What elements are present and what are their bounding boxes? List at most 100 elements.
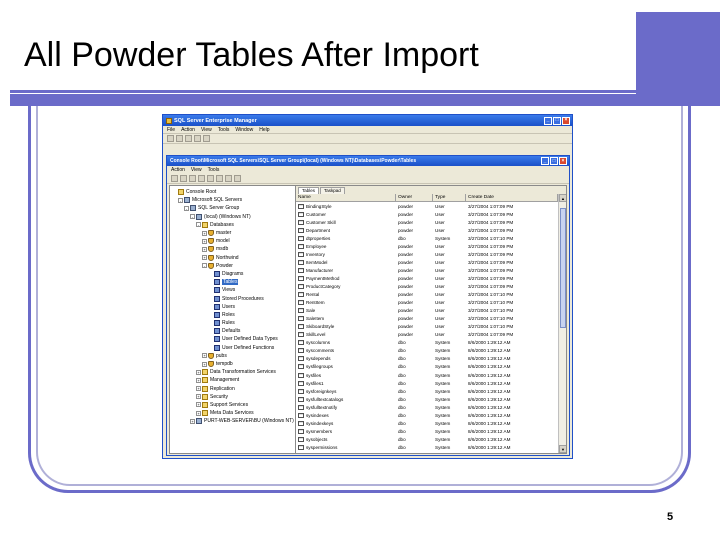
run-icon[interactable] [234,175,241,182]
refresh-icon[interactable] [194,135,201,142]
child-window-titlebar[interactable]: Console Root\Microsoft SQL Servers\SQL S… [167,156,569,166]
table-row[interactable]: SkiboardStyle powder User 3/27/2004 1:07:10… [296,323,566,331]
tree-node[interactable]: + pubs [170,352,295,360]
export-icon[interactable] [216,175,223,182]
column-header-owner[interactable]: Owner [396,194,433,201]
minimize-icon[interactable]: _ [544,116,552,125]
child-menu-item-view[interactable]: View [191,167,202,173]
expand-icon[interactable]: + [196,377,201,383]
table-row[interactable]: syscomments dbo System 8/6/2000 1:29:12 AM [296,347,566,355]
table-row[interactable]: sysfiles1 dbo System 8/6/2000 1:29:12 AM [296,379,566,387]
tab-tables[interactable]: Tables [298,187,320,194]
expand-icon[interactable]: + [196,410,201,416]
tree-node[interactable]: + Security [170,393,295,401]
expand-icon[interactable]: + [202,238,207,244]
child-minimize-icon[interactable]: _ [541,157,549,165]
tree-node[interactable]: - Databases [170,221,295,229]
tree-node[interactable]: + master [170,229,295,237]
tree-node[interactable]: User Defined Functions [170,344,295,352]
tree-node[interactable]: + Replication [170,385,295,393]
expand-icon[interactable]: + [202,230,207,236]
vertical-scrollbar[interactable]: ▲ ▼ [558,194,566,453]
table-row[interactable]: Sale powder User 3/27/2004 1:07:10 PM [296,307,566,315]
table-row[interactable]: Department powder User 3/27/2004 1:07:09 PM [296,226,566,234]
table-row[interactable]: PaymentMethod powder User 3/27/2004 1:07:09… [296,274,566,282]
tree-node[interactable]: User Defined Data Types [170,335,295,343]
forward-icon[interactable] [176,135,183,142]
table-row[interactable]: sysfiles dbo System 8/6/2000 1:29:12 AM [296,371,566,379]
table-row[interactable]: dtproperties dbo System 3/27/2004 1:07:10 P… [296,234,566,242]
table-row[interactable]: sysindexes dbo System 8/6/2000 1:29:12 AM [296,411,566,419]
expand-icon[interactable]: + [202,246,207,252]
tree-node[interactable]: + Northwind [170,254,295,262]
collapse-icon[interactable]: - [184,205,189,211]
window-titlebar[interactable]: SQL Server Enterprise Manager _ □ × [163,115,572,126]
tree-node[interactable]: Views [170,286,295,294]
table-row[interactable]: BindingStyle powder User 3/27/2004 1:07:09 … [296,202,566,210]
tree-node[interactable]: + PURT-WEB-SERVER\BU (Windows NT) [170,417,295,425]
table-row[interactable]: Employee powder User 3/27/2004 1:07:09 PM [296,242,566,250]
table-row[interactable]: sysfilegroups dbo System 8/6/2000 1:29:12 A… [296,363,566,371]
expand-icon[interactable]: + [196,402,201,408]
menu-item-view[interactable]: View [201,127,212,133]
collapse-icon[interactable]: - [202,263,207,269]
tree-node[interactable]: Console Root [170,188,295,196]
table-row[interactable]: sysmembers dbo System 8/6/2000 1:29:12 AM [296,427,566,435]
table-row[interactable]: Customer Skill powder User 3/27/2004 1:07:0… [296,218,566,226]
tree-node[interactable]: Tables [170,278,295,286]
menu-item-help[interactable]: Help [259,127,269,133]
tree-node[interactable]: Stored Procedures [170,294,295,302]
table-row[interactable]: SkillLevel powder User 3/27/2004 1:07:09 PM [296,331,566,339]
menu-item-tools[interactable]: Tools [218,127,230,133]
scroll-up-icon[interactable]: ▲ [559,194,566,202]
collapse-icon[interactable]: - [178,197,183,203]
scroll-thumb[interactable] [560,208,566,328]
column-header-type[interactable]: Type [433,194,466,201]
tree-node[interactable]: + Data Transformation Services [170,368,295,376]
table-row[interactable]: RentItem powder User 3/27/2004 1:07:10 PM [296,299,566,307]
menu-item-action[interactable]: Action [181,127,195,133]
collapse-icon[interactable]: - [190,214,195,220]
expand-icon[interactable]: + [202,361,207,367]
expand-icon[interactable]: + [196,369,201,375]
back-icon[interactable] [171,175,178,182]
tables-list[interactable]: Name Owner Type Create Date BindingStyle pow… [296,194,566,453]
child-menu-item-tools[interactable]: Tools [208,167,220,173]
table-row[interactable]: Rental powder User 3/27/2004 1:07:10 PM [296,291,566,299]
close-icon[interactable]: × [562,116,570,125]
column-header-create-date[interactable]: Create Date [466,194,558,201]
expand-icon[interactable]: + [196,394,201,400]
column-header-name[interactable]: Name [296,194,396,201]
tree-node[interactable]: Defaults [170,327,295,335]
table-row[interactable]: Manufacturer powder User 3/27/2004 1:07:09 … [296,266,566,274]
tree-node[interactable]: - Powder [170,262,295,270]
table-row[interactable]: ItemModel powder User 3/27/2004 1:07:09 PM [296,258,566,266]
table-row[interactable]: sysfulltextnotify dbo System 8/6/2000 1:29:… [296,403,566,411]
tree-node[interactable]: - (local) (Windows NT) [170,213,295,221]
table-row[interactable]: Customer powder User 3/27/2004 1:07:09 PM [296,210,566,218]
maximize-icon[interactable]: □ [553,116,561,125]
expand-icon[interactable]: + [196,386,201,392]
delete-icon[interactable] [207,175,214,182]
tree-node[interactable]: + Meta Data Services [170,409,295,417]
tree-node[interactable]: Users [170,303,295,311]
back-icon[interactable] [167,135,174,142]
child-close-icon[interactable]: × [559,157,567,165]
table-row[interactable]: syspropertiesdboSystem8/6/2000 1:29:12 A… [296,451,566,453]
tab-taskpad[interactable]: Taskpad [320,187,345,194]
table-row[interactable]: sysobjects dbo System 8/6/2000 1:29:12 AM [296,435,566,443]
tree-node[interactable]: + Management [170,376,295,384]
child-maximize-icon[interactable]: □ [550,157,558,165]
child-menu-item-action[interactable]: Action [171,167,185,173]
expand-icon[interactable]: + [202,353,207,359]
collapse-icon[interactable]: - [196,222,201,228]
up-icon[interactable] [189,175,196,182]
new-table-icon[interactable] [225,175,232,182]
tree-node[interactable]: + tempdb [170,360,295,368]
tree-node[interactable]: Roles [170,311,295,319]
table-row[interactable]: SaleItem powder User 3/27/2004 1:07:10 PM [296,315,566,323]
tree-node[interactable]: + Support Services [170,401,295,409]
menu-item-window[interactable]: Window [235,127,253,133]
tree-node[interactable]: - Microsoft SQL Servers [170,196,295,204]
tree-node[interactable]: - SQL Server Group [170,204,295,212]
